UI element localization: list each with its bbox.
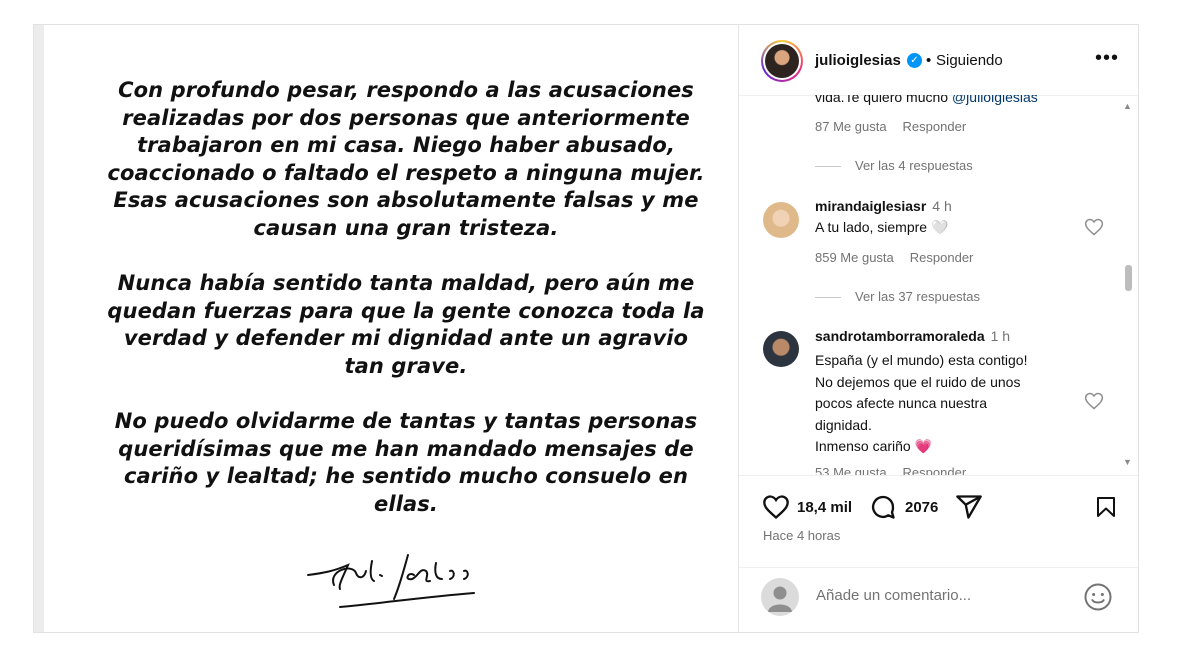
likes-count[interactable]: 18,4 mil: [797, 499, 852, 516]
comment-meta: 859 Me gusta Responder: [815, 250, 973, 265]
add-comment-bar: [739, 567, 1138, 633]
mention-link[interactable]: @julioiglesias: [952, 95, 1038, 105]
clipped-comment-text: vida.Te quiero mucho @julioiglesias: [815, 95, 1038, 105]
image-edge-strip: [34, 25, 44, 632]
share-paper-plane-icon[interactable]: [955, 493, 983, 521]
comment-bubble-icon[interactable]: [869, 493, 897, 521]
add-comment-input[interactable]: [814, 586, 1088, 605]
smiley-emoji-icon[interactable]: [1083, 582, 1113, 612]
posted-time: Hace 4 horas: [763, 528, 841, 543]
comments-count[interactable]: 2076: [905, 499, 938, 516]
scrollbar-thumb[interactable]: [1125, 265, 1132, 291]
comment-like-heart-icon[interactable]: [1084, 391, 1104, 411]
following-button[interactable]: Siguiendo: [936, 52, 1003, 69]
comments-list[interactable]: vida.Te quiero mucho @julioiglesias 87 M…: [739, 95, 1138, 476]
view-replies-button[interactable]: Ver las 37 respuestas: [815, 289, 980, 304]
comment-time: 4 h: [932, 198, 952, 214]
verified-badge-icon: ✓: [907, 53, 922, 68]
reply-button[interactable]: Responder: [903, 465, 967, 475]
comment-meta: 53 Me gusta Responder: [815, 465, 967, 475]
statement-paragraph-3: No puedo olvidarme de tantas y tantas pe…: [114, 409, 698, 516]
comment-meta: 87 Me gusta Responder: [815, 119, 966, 134]
scroll-down-arrow-icon[interactable]: ▼: [1123, 457, 1132, 467]
scroll-up-arrow-icon[interactable]: ▲: [1123, 101, 1132, 111]
post-image: Con profundo pesar, respondo a las acusa…: [34, 25, 739, 632]
reply-button[interactable]: Responder: [903, 119, 967, 134]
author-username[interactable]: julioiglesias: [815, 52, 901, 69]
statement-text: Con profundo pesar, respondo a las acusa…: [106, 77, 706, 546]
comment-like-heart-icon[interactable]: [1084, 217, 1104, 237]
more-options-icon[interactable]: •••: [1095, 47, 1119, 70]
bookmark-icon[interactable]: [1094, 493, 1118, 521]
comment-likes[interactable]: 53 Me gusta: [815, 465, 887, 475]
current-user-avatar: [761, 578, 799, 616]
comment-avatar[interactable]: [763, 331, 799, 367]
handwritten-signature: [304, 545, 544, 620]
post-side-panel: julioiglesias ✓ • Siguiendo ••• vida.Te …: [739, 25, 1138, 632]
comment-avatar[interactable]: [763, 202, 799, 238]
statement-paragraph-2: Nunca había sentido tanta maldad, pero a…: [107, 271, 705, 378]
heart-icon[interactable]: [761, 493, 791, 521]
comment-username[interactable]: mirandaiglesiasr 4 h: [815, 198, 952, 214]
comment-text: A tu lado, siempre 🤍: [815, 219, 949, 235]
comments-scrollbar[interactable]: ▲ ▼: [1121, 95, 1135, 475]
view-replies-button[interactable]: Ver las 4 respuestas: [815, 158, 973, 173]
comment-likes[interactable]: 859 Me gusta: [815, 250, 894, 265]
author-avatar[interactable]: [761, 40, 803, 82]
comment-username[interactable]: sandrotamborramoraleda 1 h: [815, 328, 1010, 344]
statement-paragraph-1: Con profundo pesar, respondo a las acusa…: [107, 78, 705, 240]
reply-button[interactable]: Responder: [910, 250, 974, 265]
comment-likes[interactable]: 87 Me gusta: [815, 119, 887, 134]
post-header: julioiglesias ✓ • Siguiendo •••: [739, 25, 1138, 96]
comment-text: España (y el mundo) esta contigo! No dej…: [815, 352, 1028, 454]
header-separator: •: [926, 52, 932, 69]
comment-time: 1 h: [990, 328, 1011, 344]
